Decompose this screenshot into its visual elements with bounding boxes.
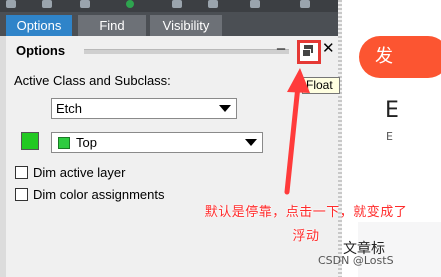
web-publish-button[interactable]: 发	[359, 36, 441, 78]
dim-active-layer-label: Dim active layer	[33, 165, 126, 180]
panel-edge-strip	[338, 0, 342, 277]
tab-find[interactable]: Find	[78, 15, 146, 36]
panel-title-bar[interactable]: Options – ✕	[16, 40, 338, 64]
annotation-text-line1: 默认是停靠，点击一下，就变成了	[204, 205, 408, 220]
toolbar-tool-icon[interactable]	[300, 0, 310, 8]
layer-color-swatch[interactable]	[21, 132, 39, 150]
tab-visibility[interactable]: Visibility	[150, 15, 222, 36]
toolbar-tool-icon[interactable]	[172, 0, 182, 8]
active-class-label: Active Class and Subclass:	[14, 73, 171, 88]
toolbar-tool-icon[interactable]	[42, 0, 52, 8]
class-dropdown[interactable]: Etch	[51, 98, 237, 119]
toolbar-tool-icon[interactable]	[208, 0, 218, 8]
subclass-dropdown[interactable]: Top	[51, 132, 263, 153]
dim-active-layer-checkbox[interactable]	[15, 166, 28, 179]
class-dropdown-value: Etch	[56, 101, 83, 116]
minimize-icon[interactable]: –	[274, 41, 288, 58]
subclass-color-icon	[58, 137, 70, 149]
toolbar-tool-icon[interactable]	[250, 0, 260, 8]
float-window-icon[interactable]	[297, 40, 321, 64]
panel-title: Options	[16, 43, 66, 58]
toolbar-add-icon[interactable]	[126, 0, 134, 8]
csdn-watermark: CSDN @LostS	[318, 254, 394, 267]
toolbar-tool-icon[interactable]	[80, 0, 90, 8]
subclass-dropdown-value: Top	[76, 135, 97, 150]
chevron-down-icon	[219, 105, 231, 112]
drag-grip[interactable]	[84, 49, 289, 54]
chevron-down-icon	[245, 139, 257, 146]
web-heading: E	[385, 98, 399, 123]
web-subtext: E	[386, 130, 393, 143]
close-icon[interactable]: ✕	[322, 41, 335, 57]
top-toolbar	[0, 0, 338, 12]
dim-color-assignments-label: Dim color assignments	[33, 187, 165, 202]
float-tooltip: Float	[302, 77, 340, 94]
annotation-text-line2: 浮动	[292, 229, 320, 244]
toolbar-tool-icon[interactable]	[6, 0, 16, 8]
tab-options[interactable]: Options	[6, 15, 72, 36]
dim-color-assignments-checkbox[interactable]	[15, 188, 28, 201]
tab-strip: Options Find Visibility	[0, 12, 338, 36]
